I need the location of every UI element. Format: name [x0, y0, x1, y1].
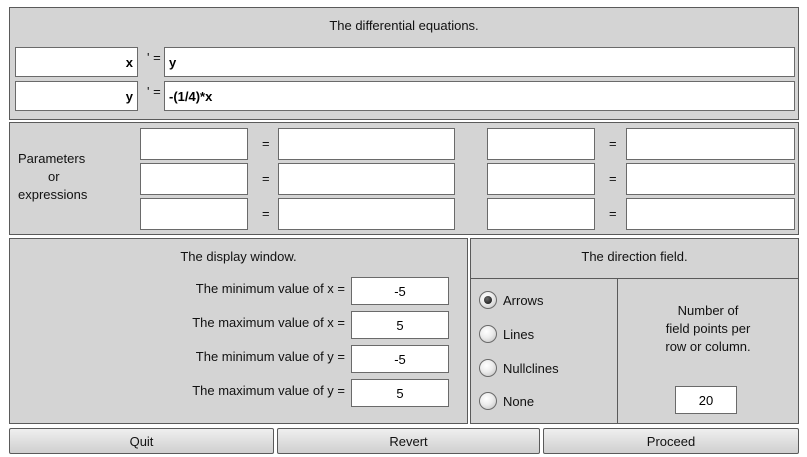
lines-radio[interactable]: Lines — [479, 325, 534, 343]
field-points-label-line3: row or column. — [665, 339, 751, 354]
param-name-input[interactable] — [140, 128, 248, 160]
radio-button-icon — [479, 291, 497, 309]
x-variable-input[interactable] — [15, 47, 138, 77]
xmin-input[interactable] — [351, 277, 449, 305]
parameters-label-line1: Parameters — [18, 151, 86, 166]
x-prime-expression-input[interactable] — [164, 47, 795, 77]
parameters-label-line3: expressions — [18, 187, 88, 202]
equations-title: The differential equations. — [329, 18, 479, 33]
param-name-input[interactable] — [140, 163, 248, 195]
none-radio-label: None — [503, 393, 535, 409]
parameters-label-line2: or — [48, 169, 60, 184]
param-equals: = — [609, 171, 617, 186]
param-value-input[interactable] — [626, 198, 795, 230]
lines-radio-label: Lines — [503, 326, 535, 342]
ymin-input[interactable] — [351, 345, 449, 373]
ymax-label: The maximum value of y = — [192, 383, 345, 398]
display-window-panel: The display window. The minimum value of… — [9, 238, 468, 424]
param-equals: = — [262, 206, 270, 221]
field-points-input[interactable] — [675, 386, 737, 414]
ymin-label: The minimum value of y = — [195, 349, 345, 364]
ymax-input[interactable] — [351, 379, 449, 407]
param-value-input[interactable] — [278, 128, 455, 160]
arrows-radio-label: Arrows — [503, 292, 544, 308]
param-value-input[interactable] — [626, 128, 795, 160]
direction-field-panel: The direction field. Arrows Lines Nullcl… — [470, 238, 799, 424]
arrows-radio[interactable]: Arrows — [479, 291, 543, 309]
proceed-button[interactable]: Proceed — [543, 428, 799, 454]
direction-field-divider — [471, 278, 798, 279]
parameters-panel: Parameters or expressions = = = = = = — [9, 122, 799, 235]
param-equals: = — [262, 136, 270, 151]
param-name-input[interactable] — [487, 128, 595, 160]
xmin-label: The minimum value of x = — [195, 281, 345, 296]
y-variable-input[interactable] — [15, 81, 138, 111]
direction-field-title: The direction field. — [581, 249, 688, 264]
param-name-input[interactable] — [487, 198, 595, 230]
field-points-label-line2: field points per — [665, 321, 751, 336]
equations-panel: The differential equations. ' = ' = — [9, 7, 799, 120]
revert-button[interactable]: Revert — [277, 428, 540, 454]
param-equals: = — [609, 206, 617, 221]
x-prime-equals: ' = — [147, 50, 161, 65]
field-points-label-line1: Number of — [677, 303, 739, 318]
nullclines-radio-label: Nullclines — [503, 360, 559, 376]
radio-button-icon — [479, 325, 497, 343]
param-value-input[interactable] — [278, 198, 455, 230]
radio-button-icon — [479, 392, 497, 410]
xmax-label: The maximum value of x = — [192, 315, 345, 330]
nullclines-radio[interactable]: Nullclines — [479, 359, 559, 377]
radio-selected-dot — [484, 296, 492, 304]
y-prime-expression-input[interactable] — [164, 81, 795, 111]
param-value-input[interactable] — [626, 163, 795, 195]
param-name-input[interactable] — [487, 163, 595, 195]
xmax-input[interactable] — [351, 311, 449, 339]
y-prime-equals: ' = — [147, 84, 161, 99]
radio-button-icon — [479, 359, 497, 377]
display-window-title: The display window. — [180, 249, 297, 264]
param-equals: = — [609, 136, 617, 151]
param-value-input[interactable] — [278, 163, 455, 195]
param-name-input[interactable] — [140, 198, 248, 230]
none-radio[interactable]: None — [479, 392, 534, 410]
param-equals: = — [262, 171, 270, 186]
quit-button[interactable]: Quit — [9, 428, 274, 454]
